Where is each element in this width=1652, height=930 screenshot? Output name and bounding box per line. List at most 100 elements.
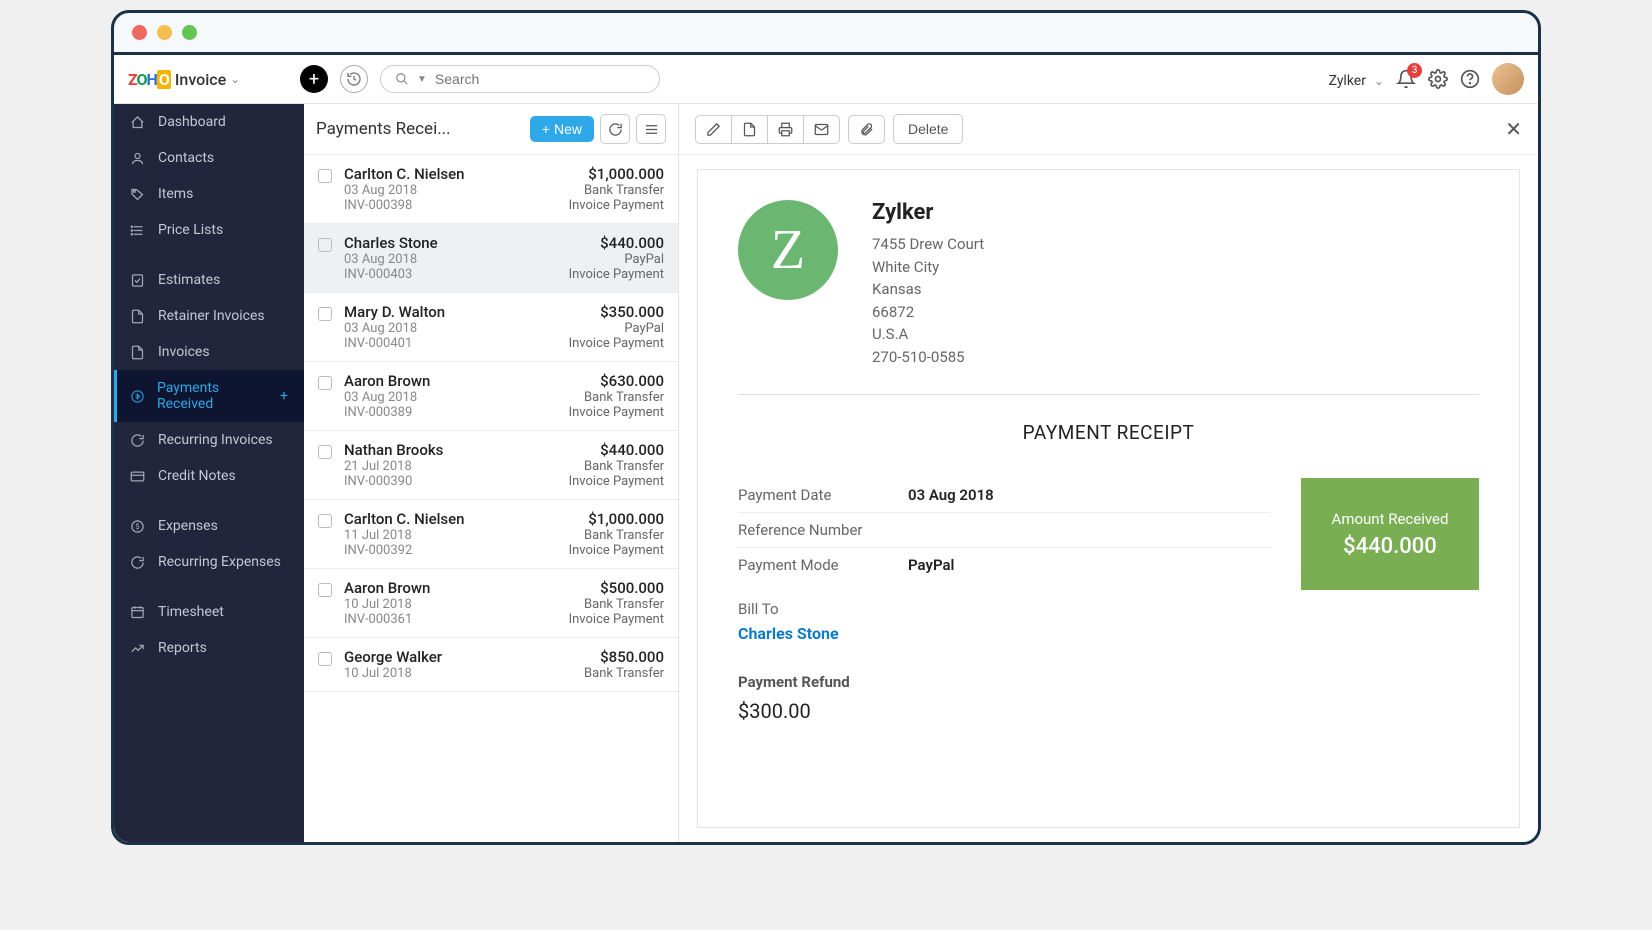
paperclip-icon bbox=[859, 122, 874, 137]
window-minimize-icon[interactable] bbox=[157, 25, 172, 40]
sidebar-item-price-lists[interactable]: Price Lists bbox=[114, 212, 304, 248]
payment-method: Bank Transfer bbox=[584, 666, 664, 681]
checkbox[interactable] bbox=[318, 376, 332, 390]
payment-method: Bank Transfer bbox=[584, 390, 664, 405]
payer-name: Carlton C. Nielsen bbox=[344, 165, 465, 183]
payment-type: Invoice Payment bbox=[569, 198, 664, 213]
address-line: Kansas bbox=[872, 278, 984, 301]
person-icon bbox=[130, 151, 146, 166]
quick-add-button[interactable]: + bbox=[300, 65, 328, 93]
payment-list-item[interactable]: George Walker$850.00010 Jul 2018Bank Tra… bbox=[304, 638, 678, 692]
delete-button[interactable]: Delete bbox=[893, 114, 963, 144]
pdf-button[interactable] bbox=[732, 115, 768, 144]
sidebar-item-estimates[interactable]: Estimates bbox=[114, 262, 304, 298]
payment-date: 03 Aug 2018 bbox=[344, 321, 417, 336]
sidebar-item-label: Contacts bbox=[158, 150, 214, 166]
sidebar-item-contacts[interactable]: Contacts bbox=[114, 140, 304, 176]
refresh-button[interactable] bbox=[600, 114, 630, 144]
pdf-icon bbox=[742, 122, 757, 137]
payment-date: 10 Jul 2018 bbox=[344, 666, 412, 681]
payments-list-column: Payments Recei... +New Carlton C. Nielse… bbox=[304, 104, 679, 842]
refund-label: Payment Refund bbox=[738, 673, 1271, 691]
checkbox[interactable] bbox=[318, 583, 332, 597]
sidebar-item-dashboard[interactable]: Dashboard bbox=[114, 104, 304, 140]
search-input[interactable]: ▼ bbox=[380, 65, 660, 93]
sidebar-item-invoices[interactable]: Invoices bbox=[114, 334, 304, 370]
receipt-title: PAYMENT RECEIPT bbox=[738, 421, 1479, 444]
payment-mode-value: PayPal bbox=[908, 556, 954, 574]
invoice-number: INV-000401 bbox=[344, 336, 412, 351]
recent-activity-button[interactable] bbox=[340, 65, 368, 93]
payment-method: PayPal bbox=[624, 321, 664, 336]
sidebar-item-timesheet[interactable]: Timesheet bbox=[114, 594, 304, 630]
email-button[interactable] bbox=[804, 115, 840, 144]
payment-list-item[interactable]: Aaron Brown$630.00003 Aug 2018Bank Trans… bbox=[304, 362, 678, 431]
payment-list-item[interactable]: Mary D. Walton$350.00003 Aug 2018PayPalI… bbox=[304, 293, 678, 362]
checkbox[interactable] bbox=[318, 307, 332, 321]
payment-date: 21 Jul 2018 bbox=[344, 459, 412, 474]
sidebar-item-retainer-invoices[interactable]: Retainer Invoices bbox=[114, 298, 304, 334]
product-logo[interactable]: ZOHO Invoice ⌄ bbox=[128, 70, 288, 89]
sidebar-item-credit-notes[interactable]: Credit Notes bbox=[114, 458, 304, 494]
checkbox[interactable] bbox=[318, 238, 332, 252]
list-header: Payments Recei... +New bbox=[304, 104, 678, 155]
estimate-icon bbox=[130, 273, 146, 288]
payment-list-item[interactable]: Carlton C. Nielsen$1,000.00003 Aug 2018B… bbox=[304, 155, 678, 224]
sidebar-item-payments-received[interactable]: Payments Received + bbox=[114, 370, 304, 422]
sidebar-item-recurring-expenses[interactable]: Recurring Expenses bbox=[114, 544, 304, 580]
payment-list-item[interactable]: Charles Stone$440.00003 Aug 2018PayPalIN… bbox=[304, 224, 678, 293]
receipt-document: Z Zylker 7455 Drew CourtWhite CityKansas… bbox=[697, 169, 1520, 828]
sidebar: Dashboard Contacts Items Price Lists Estimat… bbox=[114, 104, 304, 842]
notifications-button[interactable]: 3 bbox=[1396, 69, 1416, 89]
payment-date: 11 Jul 2018 bbox=[344, 528, 412, 543]
sidebar-item-items[interactable]: Items bbox=[114, 176, 304, 212]
print-button[interactable] bbox=[768, 115, 804, 144]
settings-button[interactable] bbox=[1428, 69, 1448, 89]
list-icon bbox=[130, 223, 146, 238]
divider bbox=[738, 394, 1479, 395]
app: ZOHO Invoice ⌄ + ▼ Zylker ⌄ 3 bbox=[114, 52, 1538, 842]
recurring-icon bbox=[130, 555, 146, 570]
user-avatar[interactable] bbox=[1492, 63, 1524, 95]
dashboard-icon bbox=[130, 115, 146, 130]
amount-received-label: Amount Received bbox=[1332, 510, 1449, 528]
attach-button[interactable] bbox=[848, 115, 885, 144]
company-name: Zylker bbox=[872, 200, 984, 225]
sidebar-item-reports[interactable]: Reports bbox=[114, 630, 304, 666]
plus-icon[interactable]: + bbox=[280, 388, 288, 404]
checkbox[interactable] bbox=[318, 514, 332, 528]
payment-list-item[interactable]: Nathan Brooks$440.00021 Jul 2018Bank Tra… bbox=[304, 431, 678, 500]
list-menu-button[interactable] bbox=[636, 114, 666, 144]
new-payment-button[interactable]: +New bbox=[530, 116, 594, 142]
chart-icon bbox=[130, 641, 146, 656]
window-close-icon[interactable] bbox=[132, 25, 147, 40]
address-line: 66872 bbox=[872, 301, 984, 324]
company-logo: Z bbox=[738, 200, 838, 300]
list-title: Payments Recei... bbox=[316, 119, 524, 139]
chevron-down-icon: ⌄ bbox=[230, 72, 240, 86]
sidebar-item-label: Price Lists bbox=[158, 222, 223, 238]
receipt-header: Z Zylker 7455 Drew CourtWhite CityKansas… bbox=[738, 200, 1479, 368]
invoice-number: INV-000392 bbox=[344, 543, 412, 558]
checkbox[interactable] bbox=[318, 445, 332, 459]
checkbox[interactable] bbox=[318, 169, 332, 183]
amount-received-box: Amount Received $440.000 bbox=[1301, 478, 1479, 590]
address-line: 270-510-0585 bbox=[872, 346, 984, 369]
logo-letter: O bbox=[137, 70, 147, 89]
billto-name[interactable]: Charles Stone bbox=[738, 624, 1271, 643]
search-field[interactable] bbox=[435, 71, 645, 87]
sidebar-item-expenses[interactable]: $Expenses bbox=[114, 508, 304, 544]
payments-list[interactable]: Carlton C. Nielsen$1,000.00003 Aug 2018B… bbox=[304, 155, 678, 842]
help-button[interactable] bbox=[1460, 69, 1480, 89]
sidebar-item-label: Payments Received bbox=[157, 380, 268, 412]
sidebar-item-recurring-invoices[interactable]: Recurring Invoices bbox=[114, 422, 304, 458]
edit-button[interactable] bbox=[695, 115, 732, 144]
checkbox[interactable] bbox=[318, 652, 332, 666]
payer-name: Mary D. Walton bbox=[344, 303, 445, 321]
payment-list-item[interactable]: Carlton C. Nielsen$1,000.00011 Jul 2018B… bbox=[304, 500, 678, 569]
payment-date: 03 Aug 2018 bbox=[344, 183, 417, 198]
org-switcher[interactable]: Zylker ⌄ bbox=[1329, 70, 1384, 89]
window-maximize-icon[interactable] bbox=[182, 25, 197, 40]
close-detail-button[interactable]: ✕ bbox=[1505, 117, 1522, 141]
payment-list-item[interactable]: Aaron Brown$500.00010 Jul 2018Bank Trans… bbox=[304, 569, 678, 638]
